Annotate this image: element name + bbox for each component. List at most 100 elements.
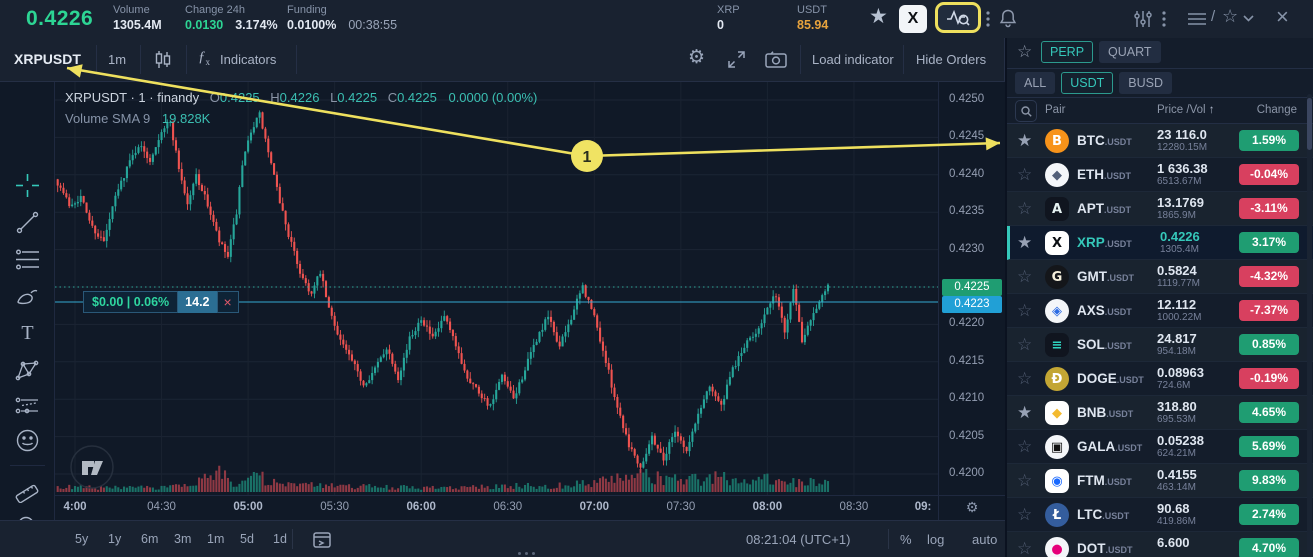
favorites-filter-star-icon[interactable]: ☆: [1017, 42, 1032, 62]
open-order-tag[interactable]: $0.00 | 0.06% 14.2 ×: [83, 291, 239, 313]
brush-tool-icon[interactable]: [14, 283, 41, 310]
scrollbar-track[interactable]: [1307, 94, 1312, 555]
volume-stat: Volume 1305.4M: [113, 4, 162, 33]
tab-all[interactable]: ALL: [1015, 72, 1055, 94]
fib-retracement-tool-icon[interactable]: [14, 246, 41, 273]
watchlist-star-icon[interactable]: ☆: [1222, 6, 1238, 27]
column-price-vol[interactable]: Price /Vol ↑: [1157, 104, 1215, 116]
favorite-star-icon[interactable]: ☆: [1017, 539, 1032, 557]
range-button-5d[interactable]: 5d: [235, 530, 259, 548]
range-button-6m[interactable]: 6m: [136, 530, 163, 548]
apt-coin-icon: A: [1045, 197, 1069, 221]
favorite-star-icon[interactable]: ☆: [1017, 301, 1032, 321]
layout-list-icon[interactable]: [1188, 12, 1206, 26]
trend-line-tool-icon[interactable]: [14, 209, 41, 236]
axis-settings-gear-icon[interactable]: ⚙: [938, 495, 1005, 520]
favorite-star-icon[interactable]: ★: [1017, 233, 1032, 253]
favorite-star-icon[interactable]: ★: [1017, 131, 1032, 151]
resize-handle-dots[interactable]: [518, 552, 542, 556]
change-stat: Change 24h 0.01303.174%: [185, 4, 278, 33]
fullscreen-icon[interactable]: [727, 50, 746, 69]
watchlist-row-ltc[interactable]: ☆ŁLTC.USDT90.68419.86M2.74%: [1007, 498, 1313, 532]
favorite-star-icon[interactable]: ☆: [1017, 199, 1032, 219]
scale-option-log[interactable]: log: [927, 532, 944, 547]
load-indicator-button[interactable]: Load indicator: [812, 52, 894, 67]
favorite-star-icon[interactable]: ☆: [1017, 437, 1032, 457]
scrollbar-thumb[interactable]: [1307, 98, 1312, 150]
order-cancel-icon[interactable]: ×: [217, 291, 239, 313]
watchlist-row-ftm[interactable]: ☆◉FTM.USDT0.4155463.14M9.83%: [1007, 464, 1313, 498]
change-badge: 9.83%: [1239, 470, 1299, 491]
scale-option-%[interactable]: %: [900, 532, 912, 547]
measure-ruler-tool-icon[interactable]: [14, 476, 41, 503]
watchlist-row-btc[interactable]: ★BBTC.USDT23 116.012280.15M1.59%: [1007, 124, 1313, 158]
crosshair-tool-icon[interactable]: [14, 172, 41, 199]
watchlist-row-xrp[interactable]: ★XXRP.USDT0.42261305.4M3.17%: [1007, 226, 1313, 260]
emoji-tool-icon[interactable]: [14, 427, 41, 454]
watchlist-body: ★BBTC.USDT23 116.012280.15M1.59%☆◆ETH.US…: [1007, 124, 1313, 557]
tab-perp[interactable]: PERP: [1041, 41, 1093, 63]
pair-price: 318.80: [1157, 399, 1197, 414]
range-button-5y[interactable]: 5y: [70, 530, 93, 548]
indicators-button[interactable]: Indicators: [220, 52, 276, 67]
watchlist-row-dot[interactable]: ☆●DOT.USDT6.6004.70%: [1007, 532, 1313, 557]
watchlist-row-doge[interactable]: ☆ÐDOGE.USDT0.08963724.6M-0.19%: [1007, 362, 1313, 396]
chart-settings-gear-icon[interactable]: ⚙: [688, 46, 705, 68]
change-badge: 2.74%: [1239, 504, 1299, 525]
more-dots-icon[interactable]: [986, 11, 990, 27]
favorite-star-icon[interactable]: ☆: [1017, 267, 1032, 287]
watchlist-row-gala[interactable]: ☆▣GALA.USDT0.05238624.21M5.69%: [1007, 430, 1313, 464]
favorite-star-icon[interactable]: ☆: [1017, 335, 1032, 355]
time-tick: 06:30: [493, 501, 522, 513]
tab-usdt[interactable]: USDT: [1061, 72, 1113, 94]
xabcd-pattern-tool-icon[interactable]: [14, 357, 41, 384]
usdt-balance: USDT 85.94: [797, 4, 828, 33]
range-button-1y[interactable]: 1y: [103, 530, 126, 548]
legend-symbol: XRPUSDT · 1 · finandy: [65, 90, 199, 105]
symbol-button[interactable]: XRPUSDT: [14, 51, 81, 67]
favorite-star-icon[interactable]: ☆: [1017, 369, 1032, 389]
camera-snapshot-icon[interactable]: [765, 51, 787, 68]
range-button-1m[interactable]: 1m: [202, 530, 229, 548]
column-change[interactable]: Change: [1257, 104, 1297, 116]
favorite-star-icon[interactable]: ☆: [1017, 471, 1032, 491]
watchlist-row-bnb[interactable]: ★◆BNB.USDT318.80695.53M4.65%: [1007, 396, 1313, 430]
interval-button[interactable]: 1m: [108, 52, 126, 67]
close-icon[interactable]: ×: [1276, 4, 1289, 30]
clock-utc[interactable]: 08:21:04 (UTC+1): [746, 532, 850, 547]
search-icon[interactable]: [1015, 100, 1037, 122]
favorite-star-icon[interactable]: ☆: [1017, 505, 1032, 525]
alert-bell-icon[interactable]: [998, 8, 1018, 29]
market-type-tabs: ☆ PERP QUART: [1007, 38, 1313, 69]
xrp-logo-icon[interactable]: X: [899, 5, 927, 33]
watchlist-row-eth[interactable]: ☆◆ETH.USDT1 636.386513.67M-0.04%: [1007, 158, 1313, 192]
forecast-position-tool-icon[interactable]: [14, 392, 41, 419]
change-badge: -4.32%: [1239, 266, 1299, 287]
favorite-star-icon[interactable]: ★: [1017, 403, 1032, 423]
chevron-down-icon[interactable]: [1243, 15, 1254, 22]
price-axis[interactable]: 0.4225 0.4223 0.42500.42450.42400.42350.…: [938, 82, 1005, 495]
range-button-3m[interactable]: 3m: [169, 530, 196, 548]
range-button-1d[interactable]: 1d: [268, 530, 292, 548]
candlestick-chart[interactable]: XRPUSDT · 1 · finandy O0.4225 H0.4226 L0…: [55, 82, 938, 495]
go-to-date-icon[interactable]: [312, 531, 332, 549]
watchlist-row-gmt[interactable]: ☆GGMT.USDT0.58241119.77M-4.32%: [1007, 260, 1313, 294]
favorite-star-icon[interactable]: ★: [869, 4, 888, 29]
watchlist-row-apt[interactable]: ☆AAPT.USDT13.17691865.9M-3.11%: [1007, 192, 1313, 226]
watchlist-row-axs[interactable]: ☆◈AXS.USDT12.1121000.22M-7.37%: [1007, 294, 1313, 328]
text-tool-icon[interactable]: T: [14, 320, 41, 347]
time-axis[interactable]: 4:0004:3005:0005:3006:0006:3007:0007:300…: [55, 495, 938, 520]
price-tick: 0.4200: [949, 467, 984, 479]
menu-dots-icon[interactable]: [1162, 11, 1166, 27]
settings-sliders-icon[interactable]: [1133, 9, 1153, 29]
hide-orders-button[interactable]: Hide Orders: [916, 52, 986, 67]
chart-search-button-highlighted[interactable]: [935, 2, 981, 33]
column-pair[interactable]: Pair: [1045, 104, 1065, 116]
watchlist-row-sol[interactable]: ☆≡SOL.USDT24.817954.18M0.85%: [1007, 328, 1313, 362]
candle-style-icon[interactable]: [153, 51, 173, 69]
tab-busd[interactable]: BUSD: [1119, 72, 1172, 94]
tab-quart[interactable]: QUART: [1099, 41, 1161, 63]
favorite-star-icon[interactable]: ☆: [1017, 165, 1032, 185]
scale-option-auto[interactable]: auto: [972, 532, 997, 547]
last-price-badge: 0.4225: [942, 279, 1002, 296]
